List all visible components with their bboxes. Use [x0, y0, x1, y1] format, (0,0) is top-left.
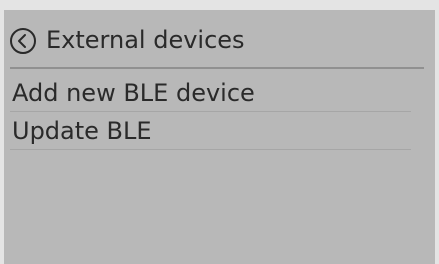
- menu-item-label: Update BLE: [12, 117, 152, 145]
- menu-item-update-ble[interactable]: Update BLE: [10, 112, 411, 150]
- menu-item-add-ble-device[interactable]: Add new BLE device: [10, 74, 411, 112]
- header: External devices: [4, 10, 435, 70]
- back-button[interactable]: [8, 26, 38, 56]
- page-title: External devices: [46, 26, 245, 54]
- chevron-left-circle-icon: [10, 28, 36, 54]
- device-screen: External devices Add new BLE device Upda…: [4, 10, 435, 264]
- header-divider: [10, 67, 424, 69]
- menu-item-label: Add new BLE device: [12, 79, 255, 107]
- menu-list: Add new BLE device Update BLE: [4, 74, 435, 150]
